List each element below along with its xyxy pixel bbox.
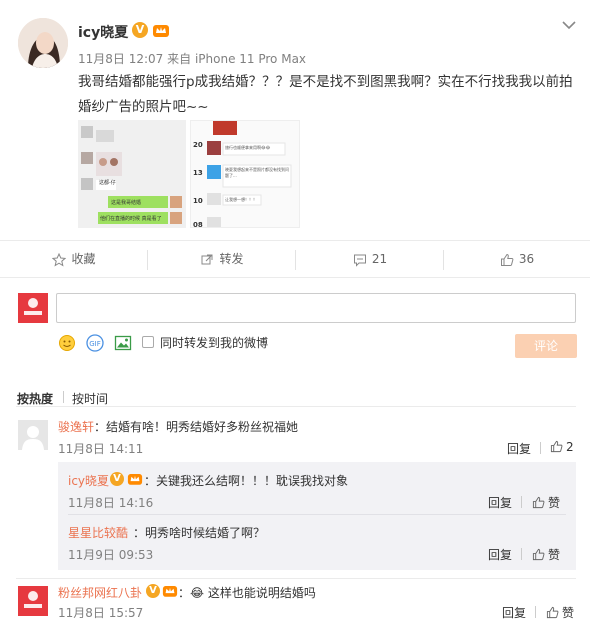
commenter-name[interactable]: 骏逸轩 — [58, 418, 94, 435]
action-separator — [521, 496, 522, 508]
divider — [68, 514, 566, 515]
chat-msg-1: 旅行也顺便拿来用啊😂😂 — [225, 145, 271, 150]
reply-button[interactable]: 回复 — [488, 546, 512, 563]
chevron-down-icon[interactable] — [560, 18, 578, 32]
chat-time-3: 10 — [193, 197, 203, 205]
comment-like-count: 2 — [566, 440, 574, 454]
post-image-2[interactable]: 20 13 10 08 旅行也顺便拿来用啊😂😂 晓夏我想起来不是照片都没有找到问… — [190, 120, 300, 228]
comment-time: 11月8日 15:57 — [58, 606, 144, 620]
image-icon[interactable] — [114, 334, 132, 352]
reply-like-button[interactable]: 赞 — [532, 546, 560, 563]
like-button[interactable]: 36 — [444, 241, 590, 277]
thumbs-up-icon — [546, 606, 559, 619]
favorite-label: 收藏 — [71, 252, 96, 266]
action-separator — [540, 442, 541, 454]
author-avatar[interactable] — [18, 18, 68, 68]
verified-icon: V — [132, 22, 148, 38]
comment-count: 21 — [371, 252, 388, 266]
reply-button[interactable]: 回复 — [488, 494, 512, 511]
author-name[interactable]: icy晓夏 — [78, 22, 128, 42]
commenter-avatar[interactable] — [18, 420, 48, 450]
comment-text: ：结婚有啥！明秀结婚好多粉丝祝福她 — [94, 420, 299, 434]
comment-input[interactable] — [56, 293, 576, 323]
comment-text: ：😂 这样也能说明结婚吗 — [178, 586, 316, 600]
chat-msg-2: 晓夏我想起来不是照片都没有找到问题了... — [225, 167, 289, 178]
thumbs-up-icon — [550, 440, 563, 453]
chat-bubble-1: 这是我哥结婚 — [111, 200, 142, 206]
repost-button[interactable]: 转发 — [148, 241, 296, 277]
chat-time-2: 13 — [193, 169, 203, 177]
thumbs-up-icon — [532, 548, 545, 561]
repost-checkbox[interactable] — [142, 336, 154, 348]
repost-label: 转发 — [219, 252, 244, 266]
post-action-bar: 收藏 转发 21 36 — [0, 240, 590, 278]
reply-time: 11月8日 14:16 — [68, 496, 154, 510]
comment-button[interactable]: 21 — [296, 241, 444, 277]
chat-bubble-small: 这都-仔 — [99, 180, 116, 186]
chat-msg-3: 让我想一想！！！ — [225, 197, 257, 202]
reply-like-button[interactable]: 赞 — [532, 494, 560, 511]
action-separator — [521, 548, 522, 560]
brand-logo-icon — [18, 586, 48, 616]
reply-text: ：关键我还么结啊！！！耽误我找对象 — [144, 474, 349, 488]
reply-author-name[interactable]: icy晓夏 — [68, 472, 109, 489]
favorite-button[interactable]: 收藏 — [0, 241, 148, 277]
sort-by-hot[interactable]: 按热度 — [17, 390, 53, 407]
comment-like-label: 赞 — [562, 606, 575, 620]
brand-logo-icon — [18, 293, 48, 323]
divider — [16, 406, 576, 407]
comment-like-button[interactable]: 2 — [550, 440, 574, 454]
reply-text: ：明秀啥时候结婚了啊？ — [133, 526, 266, 540]
post-text: 我哥结婚都能强行p成我结婚？？？是不是找不到图黑我啊？实在不行找我我以前拍婚纱广… — [78, 74, 573, 115]
like-count: 36 — [518, 252, 535, 266]
post-date[interactable]: 11月8日 12:07 — [78, 52, 163, 66]
verified-icon: V — [110, 472, 124, 486]
post-meta: 11月8日 12:07 来自 iPhone 11 Pro Max — [78, 50, 306, 67]
sort-bar: 按热度 按时间 — [0, 378, 590, 406]
action-separator — [535, 606, 536, 618]
star-icon — [52, 252, 67, 267]
my-avatar[interactable] — [18, 293, 48, 323]
weibo-post: icy晓夏 V 11月8日 12:07 来自 iPhone 11 Pro Max… — [0, 0, 590, 280]
verified-icon: V — [146, 584, 160, 598]
repost-icon — [201, 254, 213, 264]
commenter-avatar[interactable] — [18, 586, 48, 616]
post-source: 来自 iPhone 11 Pro Max — [167, 52, 307, 66]
thumbs-up-icon — [500, 253, 514, 266]
vip-crown-icon — [153, 25, 169, 37]
reply-button[interactable]: 回复 — [507, 440, 531, 457]
vip-crown-icon — [162, 586, 178, 597]
sort-by-time[interactable]: 按时间 — [72, 390, 108, 407]
sort-separator — [63, 391, 64, 403]
chat-time-1: 20 — [193, 141, 203, 149]
comment-time: 11月8日 14:11 — [58, 442, 144, 456]
post-image-1[interactable]: 这都-仔 这是我哥结婚 他们在直播的时候 真是看了 — [78, 120, 186, 228]
chat-bubble-2: 他们在直播的时候 真是看了 — [100, 216, 162, 222]
repost-checkbox-label: 同时转发到我的微博 — [160, 336, 269, 350]
submit-comment-button[interactable]: 评论 — [515, 334, 577, 358]
emoji-icon[interactable] — [58, 334, 76, 352]
svg-text:GIF: GIF — [89, 340, 101, 348]
chat-screenshot-graphic — [78, 120, 186, 228]
commenter-name[interactable]: 粉丝邦网红八卦 — [58, 584, 142, 601]
reply-like-label: 赞 — [548, 496, 561, 510]
gif-icon[interactable]: GIF — [86, 334, 104, 352]
chat-time-4: 08 — [193, 221, 203, 228]
reply-button[interactable]: 回复 — [502, 604, 526, 621]
comment-icon — [353, 254, 366, 267]
divider — [16, 578, 576, 579]
comment-like-button[interactable]: 赞 — [546, 604, 574, 621]
reply-time: 11月9日 09:53 — [68, 548, 154, 562]
reply-author-name[interactable]: 星星比较酷 — [68, 524, 128, 541]
vip-crown-icon — [127, 474, 143, 485]
reply-like-label: 赞 — [548, 548, 561, 562]
thumbs-up-icon — [532, 496, 545, 509]
default-avatar-icon — [18, 420, 48, 450]
